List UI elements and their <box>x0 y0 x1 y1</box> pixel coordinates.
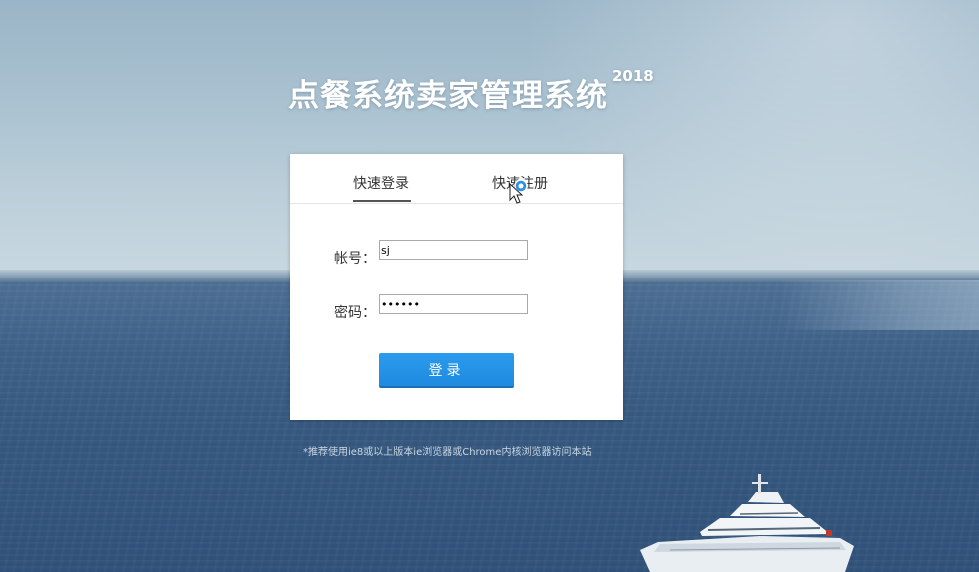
password-input[interactable] <box>379 294 528 314</box>
username-input[interactable] <box>379 240 528 260</box>
active-tab-indicator <box>353 200 411 202</box>
yacht-image <box>640 474 854 572</box>
login-button[interactable]: 登录 <box>379 353 514 388</box>
sea-shine <box>780 280 979 330</box>
browser-recommendation-note: *推荐使用ie8或以上版本ie浏览器或Chrome内核浏览器访问本站 <box>303 447 592 458</box>
title-year: 2018 <box>612 67 654 85</box>
page-title: 点餐系统卖家管理系统 <box>288 78 608 114</box>
tab-quick-login[interactable]: 快速登录 <box>353 175 409 193</box>
mouse-cursor-icon <box>509 179 528 204</box>
username-label: 帐号： <box>334 251 376 267</box>
page-heading: 点餐系统卖家管理系统 2018 <box>288 66 688 114</box>
login-panel: 快速登录 快速注册 帐号： 密码： 登录 <box>290 154 623 420</box>
tab-bar: 快速登录 快速注册 <box>290 154 623 204</box>
password-label: 密码： <box>334 305 376 321</box>
